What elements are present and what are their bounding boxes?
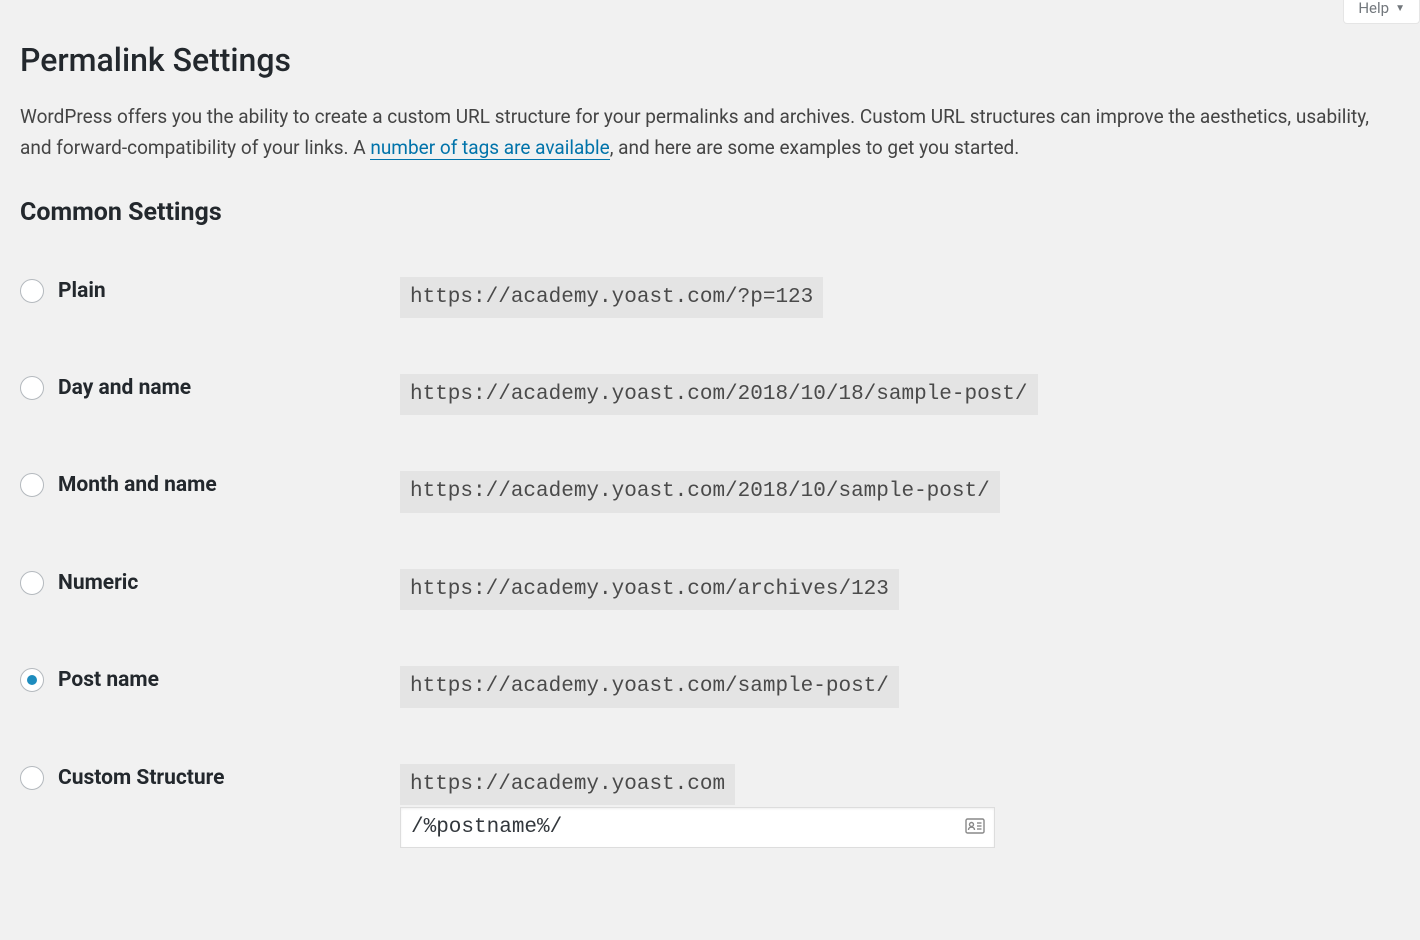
label-day-name[interactable]: Day and name	[58, 376, 191, 400]
radio-numeric[interactable]	[20, 571, 44, 595]
label-post-name[interactable]: Post name	[58, 668, 159, 692]
example-post-name: https://academy.yoast.com/sample-post/	[400, 666, 899, 707]
page-title: Permalink Settings	[20, 32, 1400, 83]
label-custom[interactable]: Custom Structure	[58, 766, 225, 790]
example-plain: https://academy.yoast.com/?p=123	[400, 277, 823, 318]
option-row-day-name: Day and name https://academy.yoast.com/2…	[20, 346, 1400, 443]
radio-custom[interactable]	[20, 766, 44, 790]
common-settings-heading: Common Settings	[20, 198, 1400, 227]
example-day-name: https://academy.yoast.com/2018/10/18/sam…	[400, 374, 1038, 415]
chevron-down-icon: ▼	[1395, 3, 1405, 14]
option-row-numeric: Numeric https://academy.yoast.com/archiv…	[20, 541, 1400, 638]
example-numeric: https://academy.yoast.com/archives/123	[400, 569, 899, 610]
permalink-options-table: Plain https://academy.yoast.com/?p=123 D…	[20, 249, 1400, 876]
radio-post-name[interactable]	[20, 668, 44, 692]
tags-available-link[interactable]: number of tags are available	[370, 136, 609, 160]
label-numeric[interactable]: Numeric	[58, 571, 138, 595]
label-month-name[interactable]: Month and name	[58, 473, 217, 497]
description-text-2: , and here are some examples to get you …	[610, 136, 1020, 159]
example-month-name: https://academy.yoast.com/2018/10/sample…	[400, 471, 1000, 512]
help-tab[interactable]: Help ▼	[1343, 0, 1420, 24]
option-row-month-name: Month and name https://academy.yoast.com…	[20, 443, 1400, 540]
radio-day-name[interactable]	[20, 376, 44, 400]
page-description: WordPress offers you the ability to crea…	[20, 101, 1400, 164]
option-row-plain: Plain https://academy.yoast.com/?p=123	[20, 249, 1400, 346]
help-tab-label: Help	[1358, 0, 1389, 17]
radio-month-name[interactable]	[20, 473, 44, 497]
label-plain[interactable]: Plain	[58, 279, 106, 303]
custom-structure-input[interactable]	[400, 807, 995, 848]
custom-base-url: https://academy.yoast.com	[400, 764, 735, 805]
radio-plain[interactable]	[20, 279, 44, 303]
option-row-custom: Custom Structure https://academy.yoast.c…	[20, 736, 1400, 876]
option-row-post-name: Post name https://academy.yoast.com/samp…	[20, 638, 1400, 735]
